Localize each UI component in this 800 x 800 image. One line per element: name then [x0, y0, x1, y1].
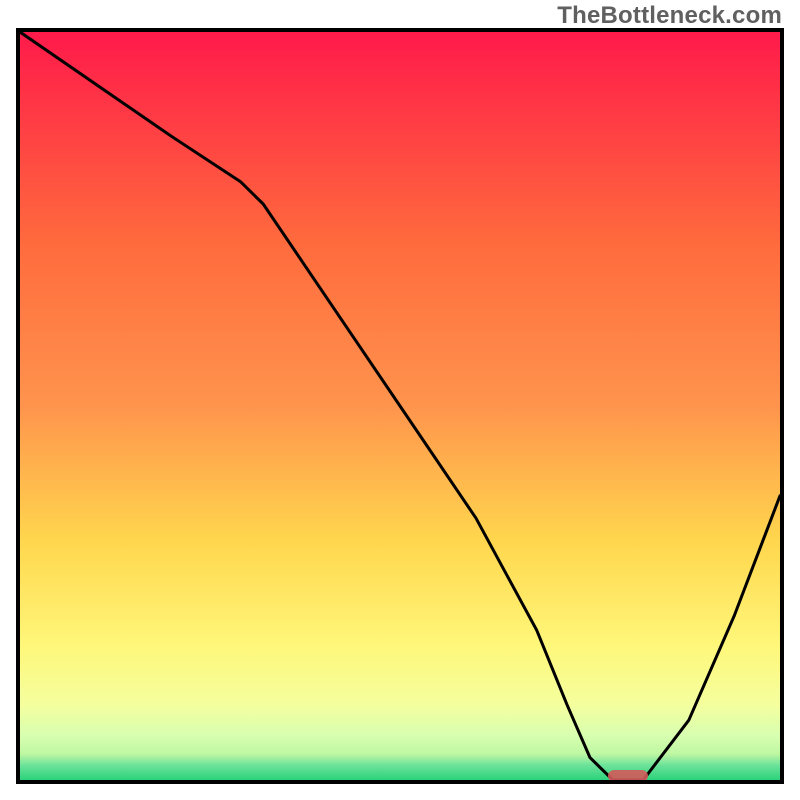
minimum-marker — [608, 770, 648, 782]
plot-svg — [20, 32, 780, 780]
chart-container: TheBottleneck.com — [0, 0, 800, 800]
plot-frame — [16, 28, 784, 784]
watermark-text: TheBottleneck.com — [557, 2, 782, 30]
